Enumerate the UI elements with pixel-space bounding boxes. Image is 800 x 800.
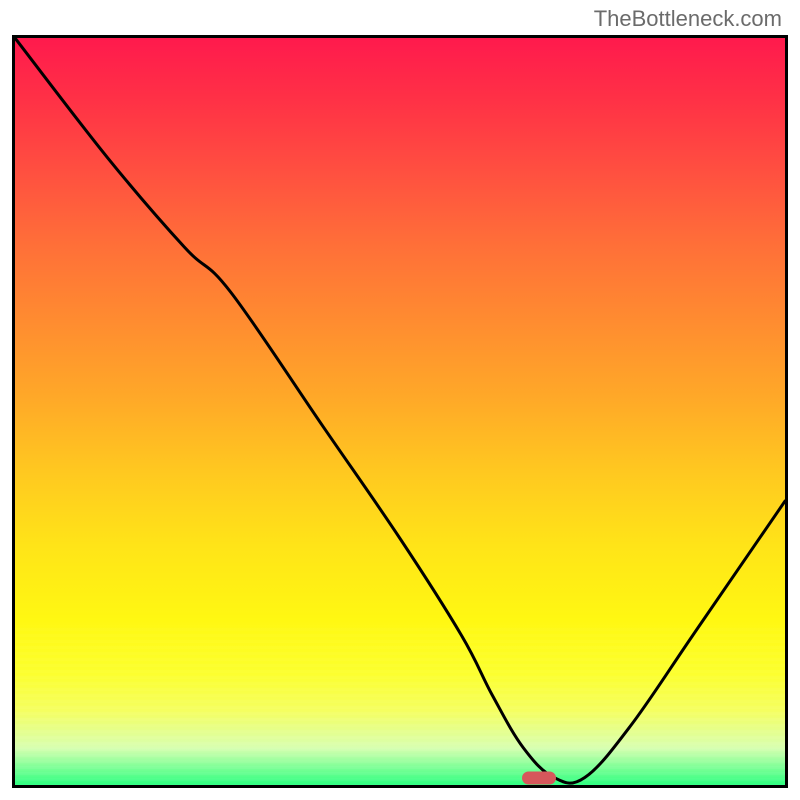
bottleneck-curve [15,38,785,785]
optimal-marker [522,771,556,784]
chart-plot-area [12,35,788,788]
watermark-text: TheBottleneck.com [594,6,782,32]
